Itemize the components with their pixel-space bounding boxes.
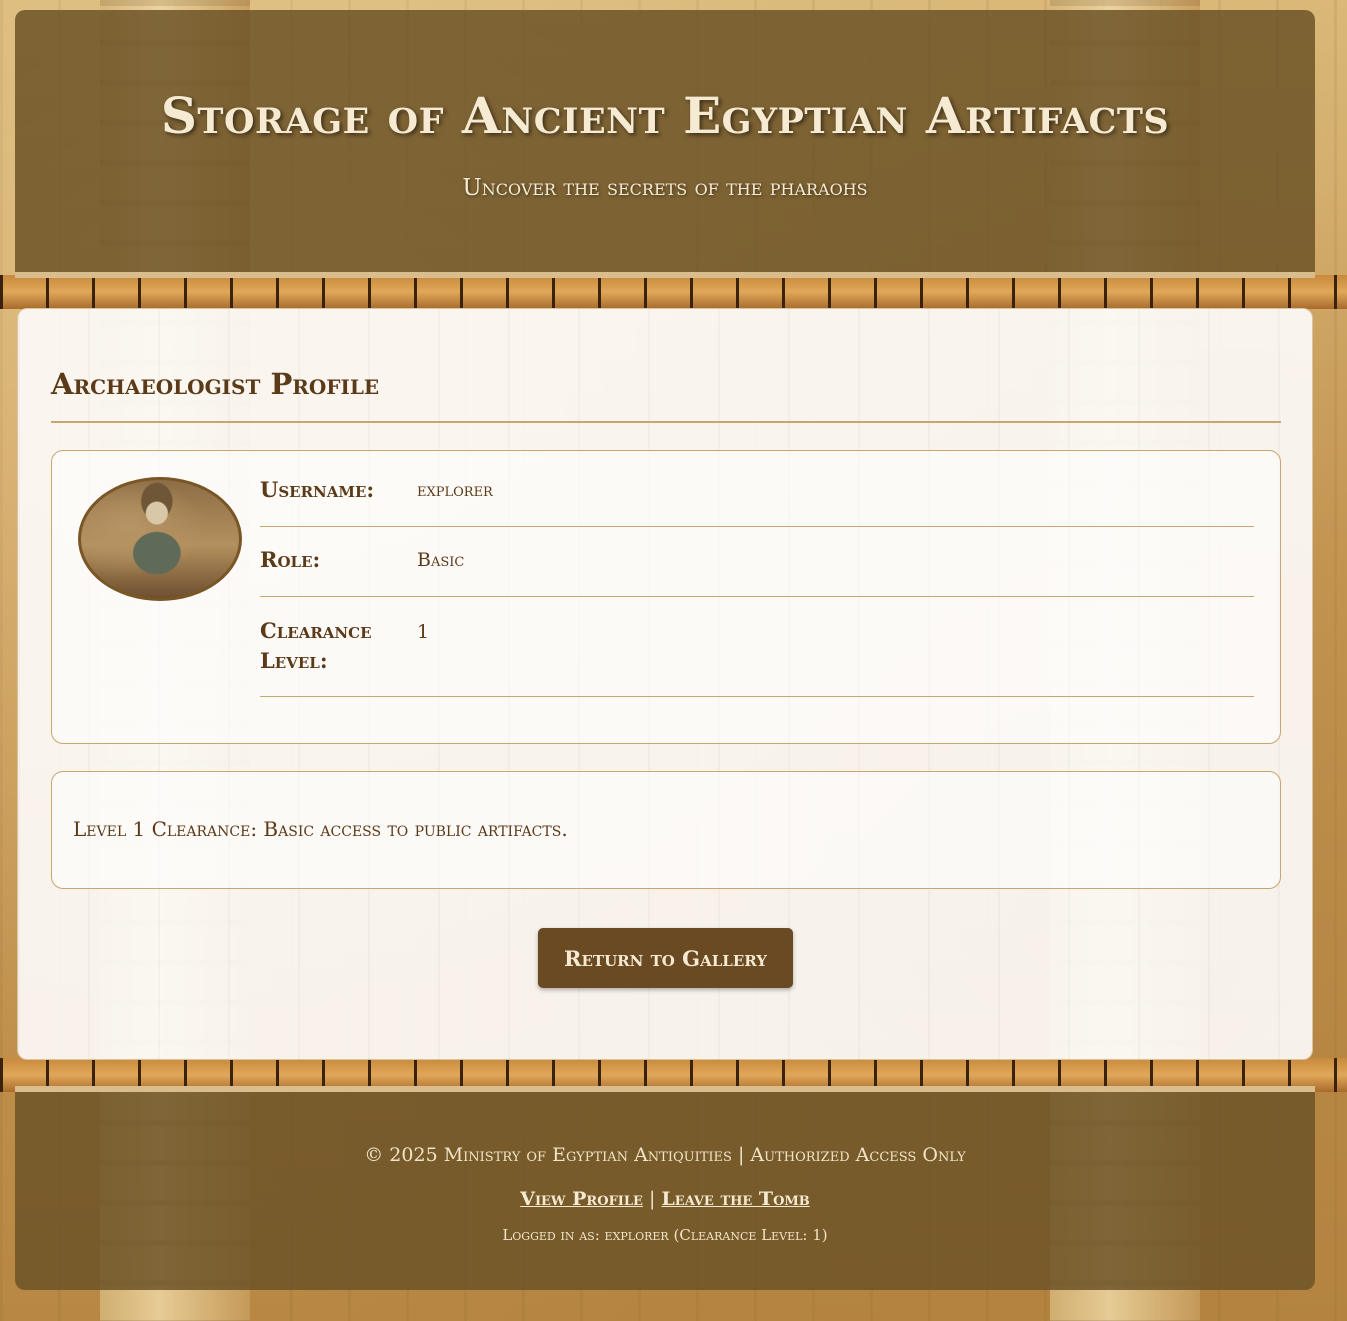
profile-card: Username: explorer Role: Basic Clearance… <box>51 450 1281 744</box>
clearance-value: 1 <box>417 621 430 643</box>
leave-the-tomb-link[interactable]: Leave the Tomb <box>661 1188 809 1210</box>
username-value: explorer <box>417 479 493 501</box>
profile-panel: Archaeologist Profile Username: explorer… <box>17 308 1313 1060</box>
clearance-description: Level 1 Clearance: Basic access to publi… <box>73 817 568 841</box>
field-row-role: Role: Basic <box>260 527 1254 597</box>
page-title: Archaeologist Profile <box>51 367 380 401</box>
hieroglyph-band-top <box>0 275 1347 309</box>
site-subtitle: Uncover the secrets of the pharaohs <box>462 175 868 201</box>
avatar <box>78 477 242 601</box>
footer-link-separator: | <box>648 1188 656 1210</box>
role-label: Role: <box>260 547 321 572</box>
heading-divider <box>51 421 1281 423</box>
field-row-username: Username: explorer <box>260 451 1254 527</box>
username-label: Username: <box>260 477 375 502</box>
footer-links: View Profile | Leave the Tomb <box>15 1188 1315 1210</box>
field-row-clearance: Clearance Level: 1 <box>260 597 1254 697</box>
clearance-info-box: Level 1 Clearance: Basic access to publi… <box>51 771 1281 889</box>
role-value: Basic <box>417 549 465 571</box>
login-status: Logged in as: explorer (Clearance Level:… <box>502 1226 828 1244</box>
clearance-label: Clearance Level: <box>260 618 372 673</box>
site-title: Storage of Ancient Egyptian Artifacts <box>160 86 1170 145</box>
return-to-gallery-button[interactable]: Return to Gallery <box>538 928 793 988</box>
footer-copyright: © 2025 Ministry of Egyptian Antiquities … <box>364 1144 966 1166</box>
view-profile-link[interactable]: View Profile <box>520 1188 643 1210</box>
site-header: Storage of Ancient Egyptian Artifacts Un… <box>15 10 1315 278</box>
site-footer: © 2025 Ministry of Egyptian Antiquities … <box>15 1086 1315 1290</box>
